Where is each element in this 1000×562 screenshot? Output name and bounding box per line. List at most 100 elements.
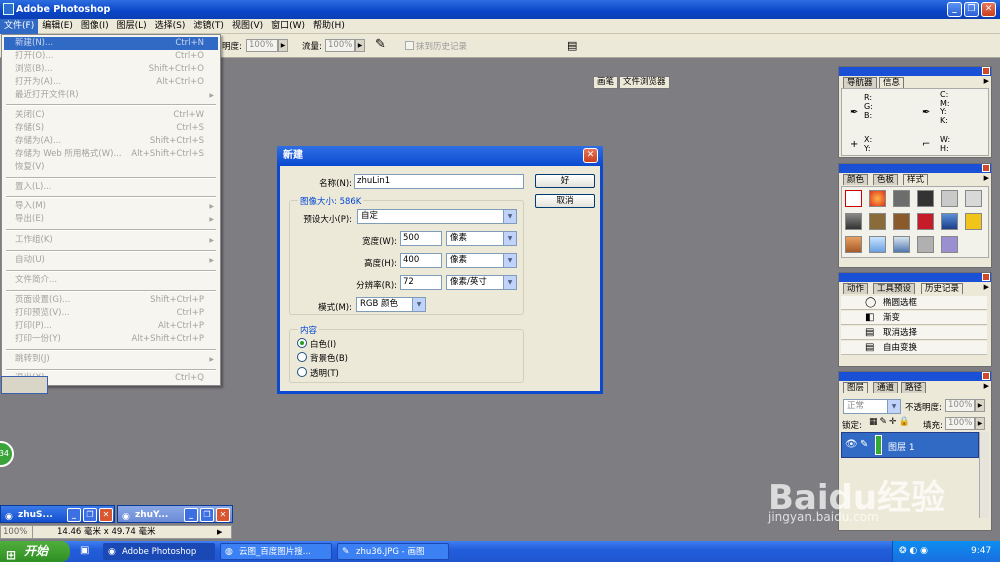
notification-badge[interactable]: 34 bbox=[0, 441, 14, 467]
menu-edit[interactable]: 编辑(E) bbox=[38, 19, 77, 34]
history-item[interactable]: ▤ 自由变换 bbox=[841, 341, 987, 355]
menu-item-print[interactable]: 打印(P)... Alt+Ctrl+P bbox=[4, 320, 218, 333]
height-input[interactable]: 400 bbox=[400, 253, 442, 268]
menu-view[interactable]: 视图(V) bbox=[228, 19, 267, 34]
menu-item-print-preview[interactable]: 打印预览(V)... Ctrl+P bbox=[4, 307, 218, 320]
menu-item-close[interactable]: 关闭(C) Ctrl+W bbox=[4, 109, 218, 122]
menu-item-jump-to[interactable]: 跳转到(J) ▶ bbox=[4, 353, 218, 366]
doc-close-button[interactable]: ✕ bbox=[216, 508, 230, 522]
width-unit-select[interactable]: 像素 ▼ bbox=[446, 231, 517, 246]
menu-file[interactable]: 文件(F) bbox=[0, 19, 39, 34]
fill-arrow-icon[interactable]: ▶ bbox=[975, 417, 985, 430]
dock-tab-brushes[interactable]: 画笔 bbox=[593, 76, 619, 89]
palette-title-bar[interactable] bbox=[839, 164, 991, 173]
doc-close-button[interactable]: ✕ bbox=[99, 508, 113, 522]
document-window-2[interactable]: ◉ zhuY... _ ❐ ✕ bbox=[117, 505, 233, 523]
menu-item-open-as[interactable]: 打开为(A)... Alt+Ctrl+O bbox=[4, 76, 218, 89]
task-paint[interactable]: ✎ zhu36.JPG - 画图 bbox=[337, 543, 449, 560]
status-menu-arrow-icon[interactable]: ▶ bbox=[217, 526, 222, 538]
ok-button[interactable]: 好 bbox=[535, 174, 595, 188]
width-input[interactable]: 500 bbox=[400, 231, 442, 246]
menu-item-place[interactable]: 置入(L)... bbox=[4, 181, 218, 194]
brush-icon[interactable]: ✎ bbox=[860, 439, 868, 450]
cancel-button[interactable]: 取消 bbox=[535, 194, 595, 208]
palette-title-bar[interactable] bbox=[839, 67, 991, 76]
doc-maximize-button[interactable]: ❐ bbox=[200, 508, 214, 522]
flow-arrow-icon[interactable]: ▶ bbox=[355, 39, 365, 52]
palette-menu-icon[interactable]: ▶ bbox=[984, 174, 989, 182]
tab-info[interactable]: 信息 bbox=[879, 77, 905, 88]
fill-field[interactable]: 100% bbox=[945, 417, 975, 430]
menu-item-page-setup[interactable]: 页面设置(G)... Shift+Ctrl+P bbox=[4, 294, 218, 307]
lock-icons[interactable]: ▦✎✛🔒 bbox=[869, 417, 912, 427]
close-button[interactable]: ✕ bbox=[981, 2, 996, 17]
zoom-field[interactable]: 100% bbox=[3, 526, 33, 538]
menu-item-new[interactable]: 新建(N)... Ctrl+N bbox=[4, 37, 218, 50]
palette-menu-icon[interactable]: ▶ bbox=[984, 77, 989, 85]
menu-item-save-as[interactable]: 存储为(A)... Shift+Ctrl+S bbox=[4, 135, 218, 148]
palette-well-icon[interactable]: ▤ bbox=[567, 39, 577, 52]
style-swatch[interactable] bbox=[845, 213, 862, 230]
airbrush-icon[interactable]: ✎ bbox=[375, 37, 386, 52]
style-swatch[interactable] bbox=[917, 236, 934, 253]
style-swatch[interactable] bbox=[893, 213, 910, 230]
palette-close-icon[interactable] bbox=[982, 67, 990, 75]
tray-icons[interactable]: ❂ ◐ ◉ bbox=[899, 541, 928, 562]
contents-white-radio[interactable] bbox=[297, 338, 307, 348]
menu-filter[interactable]: 滤镜(T) bbox=[189, 19, 228, 34]
tab-tool-presets[interactable]: 工具预设 bbox=[873, 283, 916, 294]
menu-item-save[interactable]: 存储(S) Ctrl+S bbox=[4, 122, 218, 135]
style-none-swatch[interactable] bbox=[845, 190, 862, 207]
doc-maximize-button[interactable]: ❐ bbox=[83, 508, 97, 522]
layers-scrollbar[interactable] bbox=[979, 432, 989, 518]
flow-field[interactable]: 100% bbox=[325, 39, 355, 52]
doc-minimize-button[interactable]: _ bbox=[184, 508, 198, 522]
tab-layers[interactable]: 图层 bbox=[843, 382, 869, 393]
maximize-button[interactable]: ❐ bbox=[964, 2, 979, 17]
menu-help[interactable]: 帮助(H) bbox=[309, 19, 349, 34]
preset-select[interactable]: 自定 ▼ bbox=[357, 209, 517, 224]
menu-item-automate[interactable]: 自动(U) ▶ bbox=[4, 254, 218, 267]
minimize-button[interactable]: _ bbox=[947, 2, 962, 17]
style-swatch[interactable] bbox=[941, 190, 958, 207]
task-photoshop[interactable]: ◉ Adobe Photoshop bbox=[103, 543, 215, 560]
contents-background-radio[interactable] bbox=[297, 352, 307, 362]
menu-image[interactable]: 图像(I) bbox=[77, 19, 113, 34]
layer-row-selected[interactable]: 👁 ✎ 图层 1 bbox=[841, 432, 979, 458]
contents-transparent-radio[interactable] bbox=[297, 367, 307, 377]
style-swatch[interactable] bbox=[965, 213, 982, 230]
menu-item-recent[interactable]: 最近打开文件(R) ▶ bbox=[4, 89, 218, 102]
history-item[interactable]: ▤ 取消选择 bbox=[841, 326, 987, 340]
menu-item-open[interactable]: 打开(O)... Ctrl+O bbox=[4, 50, 218, 63]
menu-select[interactable]: 选择(S) bbox=[151, 19, 190, 34]
name-input[interactable]: zhuLin1 bbox=[354, 174, 524, 189]
height-unit-select[interactable]: 像素 ▼ bbox=[446, 253, 517, 268]
history-item[interactable]: ◧ 渐变 bbox=[841, 311, 987, 325]
palette-menu-icon[interactable]: ▶ bbox=[984, 382, 989, 390]
history-item[interactable]: ◯ 椭圆选框 bbox=[841, 296, 987, 310]
style-swatch[interactable] bbox=[965, 190, 982, 207]
palette-title-bar[interactable] bbox=[839, 273, 991, 282]
opacity-field[interactable]: 100% bbox=[246, 39, 278, 52]
menu-item-save-for-web[interactable]: 存储为 Web 所用格式(W)... Alt+Shift+Ctrl+S bbox=[4, 148, 218, 161]
menu-item-revert[interactable]: 恢复(V) bbox=[4, 161, 218, 174]
document-window-1[interactable]: ◉ zhuS... _ ❐ ✕ bbox=[0, 505, 115, 523]
style-swatch[interactable] bbox=[869, 190, 886, 207]
layer-opacity-field[interactable]: 100% bbox=[945, 399, 975, 412]
resolution-input[interactable]: 72 bbox=[400, 275, 442, 290]
palette-close-icon[interactable] bbox=[982, 273, 990, 281]
style-swatch[interactable] bbox=[869, 236, 886, 253]
menu-item-export[interactable]: 导出(E) ▶ bbox=[4, 213, 218, 226]
style-swatch[interactable] bbox=[893, 190, 910, 207]
style-swatch[interactable] bbox=[941, 213, 958, 230]
menu-item-file-info[interactable]: 文件简介... bbox=[4, 274, 218, 287]
tab-paths[interactable]: 路径 bbox=[901, 382, 927, 393]
tab-color[interactable]: 颜色 bbox=[843, 174, 869, 185]
palette-menu-icon[interactable]: ▶ bbox=[984, 283, 989, 291]
dialog-close-button[interactable]: ✕ bbox=[583, 148, 598, 163]
history-checkbox[interactable] bbox=[405, 41, 414, 50]
opacity-arrow-icon[interactable]: ▶ bbox=[278, 39, 288, 52]
palette-close-icon[interactable] bbox=[982, 164, 990, 172]
menu-item-import[interactable]: 导入(M) ▶ bbox=[4, 200, 218, 213]
palette-close-icon[interactable] bbox=[982, 372, 990, 380]
